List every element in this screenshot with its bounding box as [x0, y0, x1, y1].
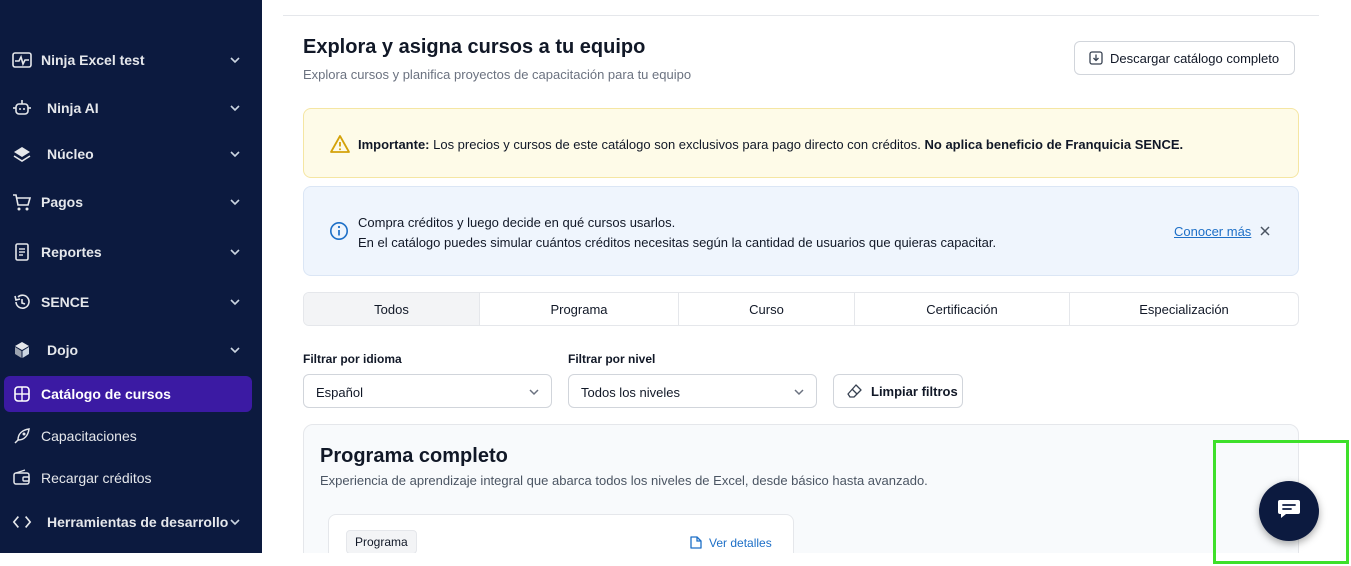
sidebar-item-nucleo[interactable]: Núcleo: [0, 136, 262, 172]
sidebar-item-label: Herramientas de desarrollo: [47, 514, 229, 530]
sidebar-item-ninja-ai[interactable]: Ninja AI: [0, 90, 262, 126]
chevron-down-icon: [228, 53, 242, 67]
chevron-down-icon: [228, 295, 242, 309]
eraser-icon: [847, 383, 863, 399]
level-filter-label: Filtrar por nivel: [568, 352, 656, 366]
warning-emphasis: No aplica beneficio de Franquicia SENCE.: [924, 137, 1184, 152]
section-subtitle: Experiencia de aprendizaje integral que …: [320, 473, 928, 488]
info-line-1: Compra créditos y luego decide en qué cu…: [358, 215, 676, 230]
info-line-2: En el catálogo puedes simular cuántos cr…: [358, 235, 997, 250]
clear-filters-button[interactable]: Limpiar filtros: [833, 374, 963, 408]
level-select-value: Todos los niveles: [581, 385, 680, 400]
program-section-card: Programa completo Experiencia de aprendi…: [303, 424, 1299, 553]
sidebar-item-label: Núcleo: [47, 146, 94, 162]
chevron-down-icon: [228, 147, 242, 161]
document-icon: [688, 535, 703, 550]
clear-filters-label: Limpiar filtros: [871, 383, 958, 399]
pulse-icon: [12, 50, 32, 70]
language-select[interactable]: Español: [303, 374, 552, 408]
tab-certificacion[interactable]: Certificación: [855, 293, 1070, 325]
sidebar-item-label: Dojo: [47, 342, 79, 358]
chevron-down-icon: [228, 101, 242, 115]
sidebar-item-label: SENCE: [41, 294, 90, 310]
view-details-label: Ver detalles: [709, 535, 772, 550]
sidebar-item-label: Ninja Excel test: [41, 52, 145, 68]
view-details-link[interactable]: Ver detalles: [688, 535, 772, 550]
layers-icon: [12, 144, 32, 164]
sidebar-item-label: Ninja AI: [47, 100, 99, 116]
sidebar-item-dojo[interactable]: Dojo: [0, 332, 262, 368]
warning-icon: [329, 133, 351, 155]
warning-body: Los precios y cursos de este catálogo so…: [429, 137, 925, 152]
type-badge: Programa: [346, 530, 417, 553]
course-card[interactable]: Programa Ver detalles: [328, 514, 794, 553]
sidebar-item-label: Capacitaciones: [41, 428, 137, 444]
sidebar-item-sence[interactable]: SENCE: [0, 284, 262, 320]
sidebar-item-label: Pagos: [41, 194, 84, 210]
sidebar-item-catalogo-de-cursos[interactable]: Catálogo de cursos: [4, 376, 252, 412]
robot-icon: [12, 98, 32, 118]
sidebar-item-label: Recargar créditos: [41, 470, 152, 486]
learn-more-link[interactable]: Conocer más: [1174, 224, 1251, 239]
tab-especializacion[interactable]: Especialización: [1070, 293, 1298, 325]
sidebar-item-label: Catálogo de cursos: [41, 386, 171, 402]
cart-icon: [12, 192, 32, 212]
download-icon: [1088, 50, 1104, 66]
tab-todos[interactable]: Todos: [304, 293, 480, 325]
chevron-down-icon: [228, 195, 242, 209]
sidebar: Ninja Excel test Ninja AI Núcleo Pagos R…: [0, 0, 262, 553]
sidebar-item-herramientas-de-desarrollo[interactable]: Herramientas de desarrollo: [0, 504, 262, 540]
page-subtitle: Explora cursos y planifica proyectos de …: [303, 67, 692, 82]
divider: [283, 15, 1319, 16]
chevron-down-icon: [228, 343, 242, 357]
chevron-down-icon: [228, 515, 242, 529]
sidebar-item-label: Reportes: [41, 244, 102, 260]
language-filter-label: Filtrar por idioma: [303, 352, 402, 366]
history-icon: [12, 292, 32, 312]
download-catalog-button[interactable]: Descargar catálogo completo: [1074, 41, 1295, 75]
wallet-icon: [12, 468, 32, 488]
chevron-down-icon: [792, 385, 806, 399]
report-icon: [12, 242, 32, 262]
sidebar-item-ninja-excel-test[interactable]: Ninja Excel test: [0, 42, 262, 78]
warning-text: Importante: Los precios y cursos de este…: [358, 137, 1183, 152]
chevron-down-icon: [527, 385, 541, 399]
download-catalog-label: Descargar catálogo completo: [1110, 50, 1280, 66]
sidebar-item-pagos[interactable]: Pagos: [0, 184, 262, 220]
main-content: Explora y asigna cursos a tu equipo Expl…: [262, 0, 1351, 553]
cube-icon: [12, 340, 32, 360]
info-banner: Compra créditos y luego decide en qué cu…: [303, 186, 1299, 276]
tab-curso[interactable]: Curso: [679, 293, 855, 325]
catalog-icon: [12, 384, 32, 404]
chat-button[interactable]: [1259, 481, 1319, 541]
language-select-value: Español: [316, 385, 363, 400]
warning-banner: Importante: Los precios y cursos de este…: [303, 108, 1299, 178]
code-icon: [12, 512, 32, 532]
close-icon[interactable]: [1258, 224, 1272, 238]
section-title: Programa completo: [320, 445, 508, 467]
sidebar-item-capacitaciones[interactable]: Capacitaciones: [0, 418, 262, 454]
warning-strong: Importante:: [358, 137, 430, 152]
page-title: Explora y asigna cursos a tu equipo: [303, 36, 646, 58]
rocket-icon: [12, 426, 32, 446]
chevron-down-icon: [228, 245, 242, 259]
chat-icon: [1276, 498, 1302, 525]
sidebar-item-reportes[interactable]: Reportes: [0, 234, 262, 270]
sidebar-item-recargar-creditos[interactable]: Recargar créditos: [0, 460, 262, 496]
tab-programa[interactable]: Programa: [480, 293, 679, 325]
course-type-tabs: Todos Programa Curso Certificación Espec…: [303, 292, 1299, 326]
level-select[interactable]: Todos los niveles: [568, 374, 817, 408]
info-icon: [329, 221, 349, 241]
